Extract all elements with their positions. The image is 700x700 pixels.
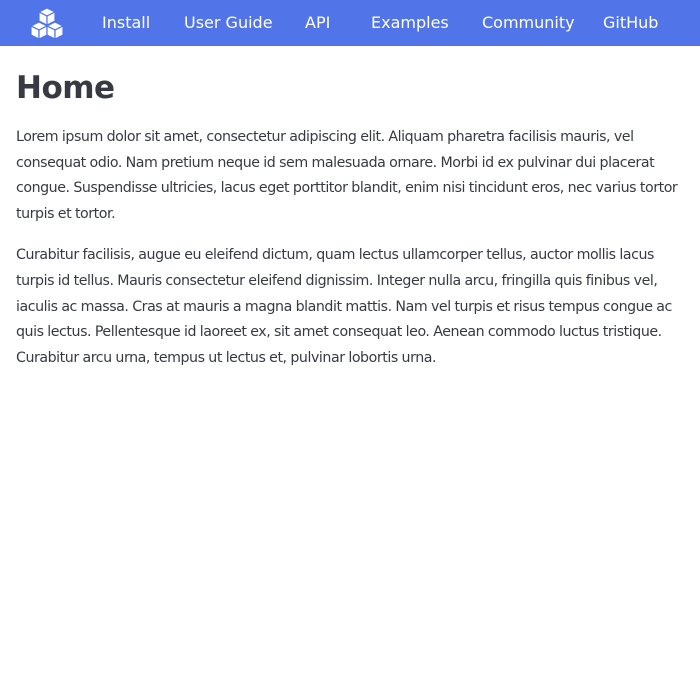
nav-item-api[interactable]: API (305, 0, 330, 46)
nav-item-user-guide[interactable]: User Guide (184, 0, 273, 46)
nav-item-github[interactable]: GitHub (603, 0, 658, 46)
nav-item-community[interactable]: Community (482, 0, 575, 46)
cubes-logo-icon[interactable] (30, 7, 64, 41)
body-paragraph: Lorem ipsum dolor sit amet, consectetur … (16, 129, 678, 222)
top-navbar: Install User Guide API Examples Communit… (0, 0, 700, 46)
body-paragraph: Curabitur facilisis, augue eu eleifend d… (16, 247, 672, 366)
nav-item-install[interactable]: Install (102, 0, 150, 46)
cubes-logo-svg (30, 7, 64, 40)
nav-item-examples[interactable]: Examples (371, 0, 449, 46)
page-title: Home (16, 70, 115, 106)
main-content: Home Lorem ipsum dolor sit amet, consect… (16, 46, 684, 371)
